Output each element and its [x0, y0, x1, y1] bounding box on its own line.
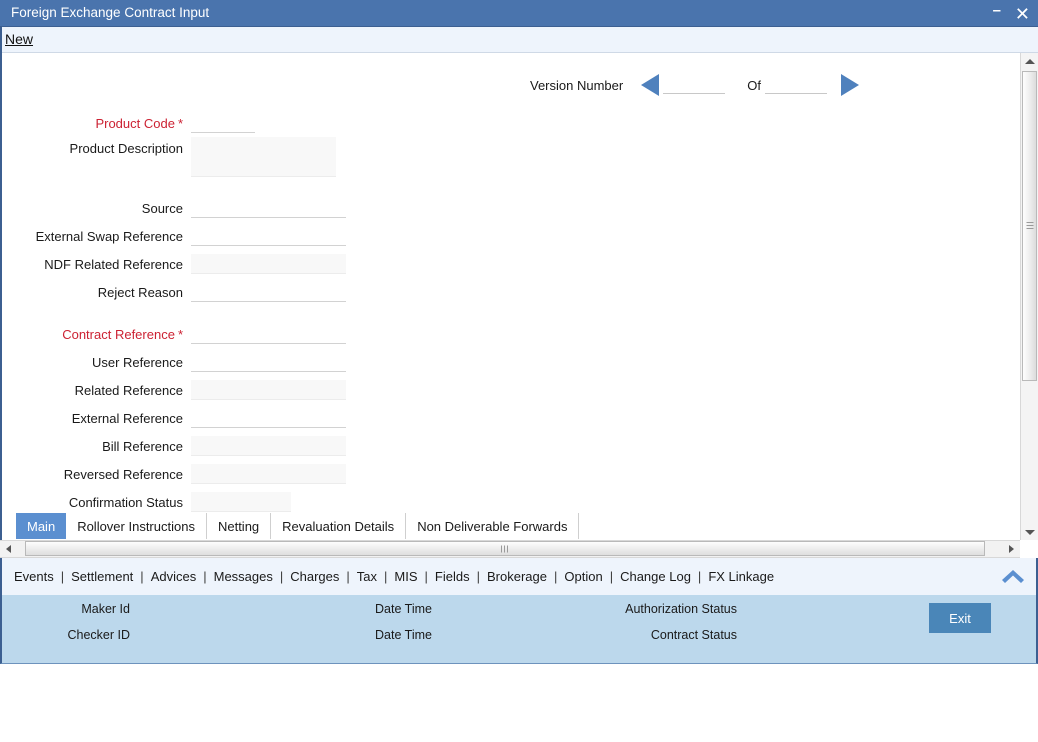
checker-id-label: Checker ID	[67, 628, 130, 642]
field-row-ndf-related-reference: NDF Related Reference	[2, 250, 402, 278]
scroll-up-icon[interactable]	[1021, 53, 1038, 69]
required-marker: *	[177, 326, 183, 342]
label-source: Source	[141, 200, 183, 216]
menu-item-advices[interactable]: Advices	[144, 569, 204, 584]
menu-item-settlement[interactable]: Settlement	[64, 569, 140, 584]
audit-footer: Maker Id Checker ID Date Time Date Time …	[0, 595, 1038, 664]
sub-screen-menu: Events | Settlement | Advices | Messages…	[0, 558, 1038, 595]
arrow-right-icon[interactable]	[840, 74, 859, 96]
menu-item-fx-linkage[interactable]: FX Linkage	[701, 569, 781, 584]
minimize-icon[interactable]: –	[993, 3, 1001, 18]
field-row-product-code: Product Code *	[2, 109, 402, 137]
input-external-reference[interactable]	[191, 408, 346, 428]
label-related-reference: Related Reference	[74, 382, 183, 398]
input-reversed-reference[interactable]	[191, 464, 346, 484]
window-titlebar: Foreign Exchange Contract Input – ✕	[0, 0, 1038, 27]
field-row-related-reference: Related Reference	[2, 376, 402, 404]
field-row-product-description: Product Description	[2, 137, 402, 185]
tab-rollover-instructions[interactable]: Rollover Instructions	[66, 513, 207, 539]
version-navigator: Version Number Of	[530, 72, 859, 98]
tab-netting[interactable]: Netting	[207, 513, 272, 539]
label-product-description: Product Description	[69, 141, 183, 156]
version-of-label: Of	[747, 77, 761, 93]
arrow-left-icon[interactable]	[641, 74, 660, 96]
field-row-reject-reason: Reject Reason	[2, 278, 402, 306]
tab-main[interactable]: Main	[16, 513, 67, 539]
input-contract-reference[interactable]	[191, 324, 346, 344]
field-row-contract-reference: Contract Reference *	[2, 320, 402, 348]
input-reject-reason[interactable]	[191, 282, 346, 302]
required-marker: *	[177, 115, 183, 131]
contract-status-label: Contract Status	[650, 628, 737, 642]
form-content-panel: Version Number Of Product Code * Product …	[0, 53, 1020, 540]
label-product-code: Product Code *	[95, 115, 183, 131]
fx-contract-input-window: Foreign Exchange Contract Input – ✕ New …	[0, 0, 1038, 742]
window-title: Foreign Exchange Contract Input	[11, 5, 210, 20]
label-reversed-reference: Reversed Reference	[63, 466, 183, 482]
maker-date-time-label: Date Time	[375, 602, 432, 616]
input-source[interactable]	[191, 198, 346, 218]
scroll-down-icon[interactable]	[1021, 524, 1038, 540]
maker-id-label: Maker Id	[81, 602, 130, 616]
vertical-scroll-thumb[interactable]	[1022, 71, 1037, 381]
vertical-scrollbar[interactable]	[1020, 53, 1038, 540]
label-user-reference: User Reference	[91, 354, 183, 370]
scroll-right-icon[interactable]	[1003, 541, 1020, 557]
menu-item-fields[interactable]: Fields	[428, 569, 477, 584]
input-user-reference[interactable]	[191, 352, 346, 372]
field-row-external-swap-reference: External Swap Reference	[2, 222, 402, 250]
chevron-up-icon[interactable]	[1000, 564, 1026, 586]
horizontal-scroll-thumb[interactable]	[25, 541, 985, 556]
version-total-input[interactable]	[764, 76, 827, 94]
horizontal-scrollbar[interactable]	[0, 540, 1020, 558]
horizontal-scroll-track[interactable]	[17, 541, 1003, 557]
action-bar: New	[0, 27, 1038, 53]
menu-item-messages[interactable]: Messages	[207, 569, 280, 584]
menu-item-change-log[interactable]: Change Log	[613, 569, 698, 584]
input-product-description[interactable]	[191, 137, 336, 177]
tab-non-deliverable-forwards[interactable]: Non Deliverable Forwards	[406, 513, 580, 539]
menu-item-mis[interactable]: MIS	[387, 569, 424, 584]
field-row-user-reference: User Reference	[2, 348, 402, 376]
input-product-code[interactable]	[191, 113, 255, 133]
input-external-swap-reference[interactable]	[191, 226, 346, 246]
new-button[interactable]: New	[5, 31, 33, 47]
input-related-reference[interactable]	[191, 380, 346, 400]
label-external-reference: External Reference	[71, 410, 183, 426]
close-icon[interactable]: ✕	[1015, 5, 1030, 23]
authorization-status-label: Authorization Status	[625, 602, 737, 616]
checker-date-time-label: Date Time	[375, 628, 432, 642]
tab-strip: Main Rollover Instructions Netting Reval…	[2, 513, 1020, 539]
label-confirmation-status: Confirmation Status	[68, 494, 183, 510]
field-row-reversed-reference: Reversed Reference	[2, 460, 402, 488]
main-form: Product Code * Product Description Source…	[2, 109, 402, 516]
version-current-input[interactable]	[663, 76, 726, 94]
menu-item-tax[interactable]: Tax	[350, 569, 384, 584]
window-controls: – ✕	[993, 0, 1030, 27]
label-external-swap-reference: External Swap Reference	[35, 228, 183, 244]
label-reject-reason: Reject Reason	[97, 284, 183, 300]
field-row-source: Source	[2, 194, 402, 222]
version-number-label: Version Number	[530, 77, 624, 93]
menu-item-brokerage[interactable]: Brokerage	[480, 569, 554, 584]
field-row-confirmation-status: Confirmation Status	[2, 488, 402, 516]
menu-item-option[interactable]: Option	[557, 569, 609, 584]
tab-revaluation-details[interactable]: Revaluation Details	[271, 513, 407, 539]
field-row-bill-reference: Bill Reference	[2, 432, 402, 460]
menu-item-events[interactable]: Events	[7, 569, 61, 584]
menu-item-charges[interactable]: Charges	[283, 569, 346, 584]
label-contract-reference: Contract Reference *	[62, 326, 183, 342]
action-bar-edge	[0, 27, 2, 53]
scroll-left-icon[interactable]	[0, 541, 17, 557]
input-confirmation-status[interactable]	[191, 492, 291, 512]
exit-button[interactable]: Exit	[929, 603, 991, 633]
field-row-external-reference: External Reference	[2, 404, 402, 432]
input-bill-reference[interactable]	[191, 436, 346, 456]
input-ndf-related-reference[interactable]	[191, 254, 346, 274]
label-bill-reference: Bill Reference	[102, 438, 183, 454]
label-ndf-related-reference: NDF Related Reference	[44, 256, 183, 272]
